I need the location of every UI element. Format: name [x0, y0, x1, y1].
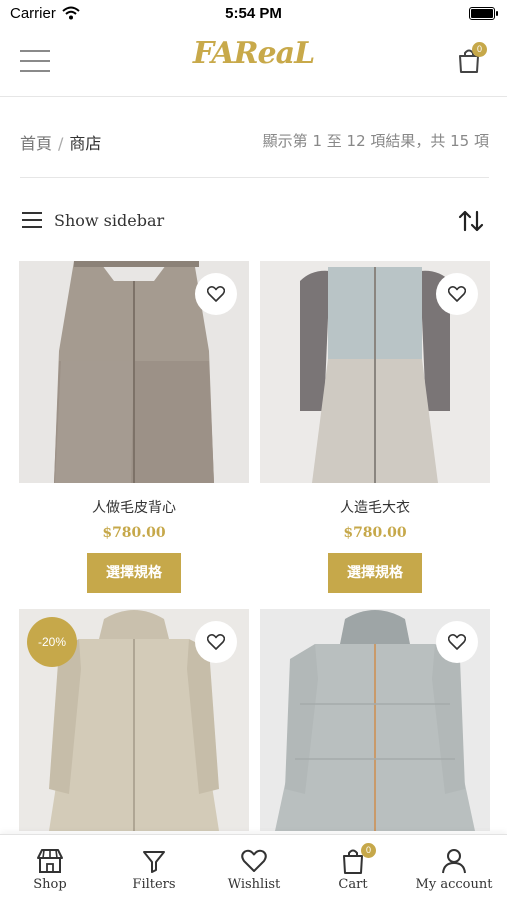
select-options-button[interactable]: 選擇規格 [87, 553, 181, 593]
product-price: $780.00 [343, 525, 407, 541]
header-cart-button[interactable]: 0 [457, 42, 487, 74]
status-bar: Carrier 5:54 PM [0, 0, 507, 28]
heart-icon [241, 849, 267, 872]
tab-wishlist[interactable]: Wishlist [210, 835, 298, 901]
wishlist-button[interactable] [195, 273, 237, 315]
battery-icon [469, 7, 498, 20]
tab-cart[interactable]: 0 Cart [309, 835, 397, 901]
tab-my-account[interactable]: My account [408, 835, 500, 901]
divider [20, 177, 489, 178]
cart-badge: 0 [472, 42, 487, 57]
list-icon [22, 212, 42, 228]
tab-label: My account [415, 877, 493, 892]
breadcrumb-home[interactable]: 首頁 [20, 134, 52, 153]
show-sidebar-button[interactable]: Show sidebar [22, 208, 164, 232]
tab-label: Cart [338, 877, 368, 892]
wishlist-button[interactable] [195, 621, 237, 663]
heart-icon [448, 286, 466, 302]
show-sidebar-label: Show sidebar [54, 210, 165, 230]
tab-label: Filters [132, 877, 176, 892]
product-card[interactable]: 人做毛皮背心 $780.00 選擇規格 [19, 261, 249, 601]
product-name[interactable]: 人造毛大衣 [260, 497, 490, 517]
breadcrumb-current: 商店 [69, 134, 102, 153]
product-card[interactable] [260, 609, 490, 831]
wishlist-button[interactable] [436, 621, 478, 663]
select-options-button[interactable]: 選擇規格 [328, 553, 422, 593]
tab-label: Wishlist [227, 877, 281, 892]
tab-filters[interactable]: Filters [110, 835, 198, 901]
breadcrumb-separator: / [58, 134, 64, 153]
clock: 5:54 PM [225, 5, 282, 22]
user-icon [442, 849, 466, 874]
app-header: FAReaL 0 [0, 28, 507, 97]
product-price: $780.00 [102, 525, 166, 541]
breadcrumb: 首頁 / 商店 [20, 130, 101, 154]
result-count: 顯示第 1 至 12 項結果，共 15 項 [262, 132, 489, 150]
shop-icon [37, 849, 63, 873]
brand-logo[interactable]: FAReaL [0, 36, 507, 71]
heart-icon [207, 286, 225, 302]
heart-icon [448, 634, 466, 650]
sale-badge: -20% [27, 617, 77, 667]
bottom-tab-bar: Shop Filters Wishlist 0 Cart My account [0, 834, 507, 901]
product-name[interactable]: 人做毛皮背心 [19, 497, 249, 517]
sort-icon[interactable] [457, 208, 485, 234]
product-card[interactable]: 人造毛大衣 $780.00 選擇規格 [260, 261, 490, 601]
cart-badge: 0 [361, 843, 376, 858]
tab-label: Shop [33, 877, 67, 892]
wishlist-button[interactable] [436, 273, 478, 315]
filter-icon [143, 851, 165, 873]
heart-icon [207, 634, 225, 650]
product-card[interactable]: -20% [19, 609, 249, 831]
tab-shop[interactable]: Shop [6, 835, 94, 901]
